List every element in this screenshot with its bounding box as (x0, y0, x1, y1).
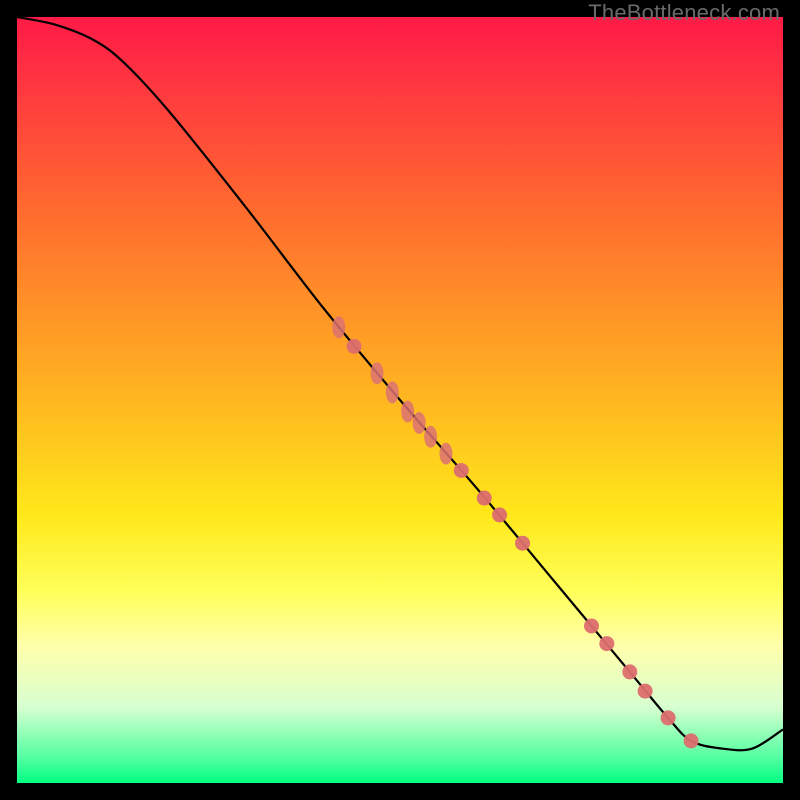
curve-marker (599, 636, 614, 651)
chart-frame: TheBottleneck.com (0, 0, 800, 800)
curve-marker (401, 400, 414, 422)
curve-marker (371, 362, 384, 384)
curve-marker (661, 710, 676, 725)
curve-markers (332, 316, 698, 748)
curve-marker (684, 733, 699, 748)
curve-marker (424, 426, 437, 448)
bottleneck-curve-svg (17, 17, 783, 783)
curve-marker (439, 443, 452, 465)
curve-marker (454, 463, 469, 478)
curve-marker (386, 381, 399, 403)
plot-area (17, 17, 783, 783)
bottleneck-curve-line (17, 17, 783, 750)
curve-marker (584, 618, 599, 633)
curve-marker (347, 339, 362, 354)
watermark-label: TheBottleneck.com (588, 0, 780, 26)
curve-marker (477, 491, 492, 506)
curve-marker (515, 536, 530, 551)
curve-marker (332, 316, 345, 338)
curve-marker (492, 507, 507, 522)
curve-marker (638, 684, 653, 699)
curve-marker (413, 412, 426, 434)
curve-marker (622, 664, 637, 679)
